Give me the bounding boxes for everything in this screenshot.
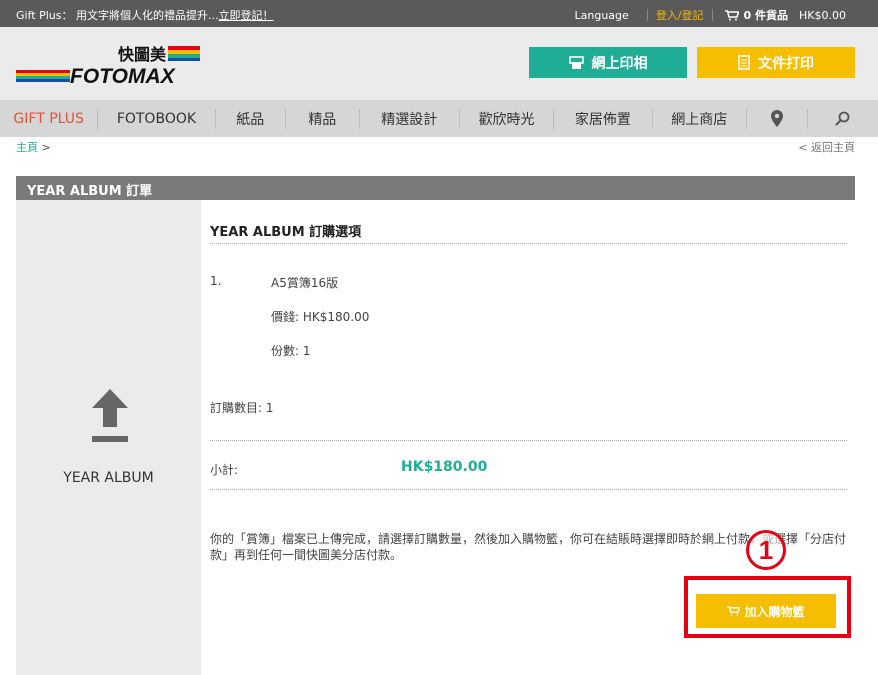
divider: [711, 9, 713, 21]
nav-item-paper[interactable]: 紙品: [216, 100, 286, 137]
main-nav: GIFT PLUS FOTOBOOK 紙品 精品 精選設計 歡欣時光 家居佈置 …: [0, 100, 878, 137]
online-print-label: 網上印相: [591, 55, 648, 72]
cart-count: 0 件貨品: [743, 9, 789, 22]
add-to-cart-button[interactable]: 加入購物籃: [696, 594, 836, 628]
breadcrumb: 主頁 >: [16, 139, 51, 155]
document-icon: [738, 55, 750, 70]
back-to-home-link[interactable]: < 返回主頁: [798, 139, 855, 155]
options-title: YEAR ALBUM 訂購選項: [210, 225, 362, 240]
map-pin-icon: [770, 110, 783, 127]
nav-item-happy-times[interactable]: 歡欣時光: [460, 100, 553, 137]
logo-cn-text: 快圖美: [118, 45, 167, 64]
divider: [210, 440, 847, 441]
add-to-cart-label: 加入購物籃: [744, 604, 805, 619]
divider: [646, 9, 648, 21]
item-quantity: 份數: 1: [271, 344, 311, 358]
fotomax-logo[interactable]: 快圖美 FOTOMAX: [16, 43, 202, 88]
step-number-marker: 1: [746, 530, 786, 570]
subtotal-value: HK$180.00: [401, 459, 488, 475]
order-count: 訂購數目: 1: [210, 401, 274, 415]
store-locator[interactable]: [747, 100, 807, 137]
divider: [210, 243, 847, 244]
document-print-label: 文件打印: [758, 55, 814, 72]
search-button[interactable]: [808, 100, 878, 137]
nav-item-gifts[interactable]: 精品: [286, 100, 359, 137]
top-bar: Gift Plus： 用文字將個人化的禮品提升...立即登記！ Language…: [0, 0, 878, 27]
online-print-button[interactable]: 網上印相: [529, 47, 687, 78]
search-icon: [835, 111, 850, 126]
promo-text: Gift Plus： 用文字將個人化的禮品提升...: [16, 9, 219, 22]
document-print-button[interactable]: 文件打印: [697, 47, 855, 78]
logo-graphic: 快圖美 FOTOMAX: [16, 45, 200, 88]
divider: [210, 489, 847, 490]
album-preview: YEAR ALBUM: [16, 200, 201, 675]
order-panel-title: YEAR ALBUM 訂單: [16, 176, 855, 200]
header: 快圖美 FOTOMAX 網上印相 文件打印: [0, 27, 878, 100]
subtotal-label: 小計:: [210, 463, 239, 477]
breadcrumb-arrow: >: [41, 141, 51, 154]
item-name: A5賞簿16版: [271, 276, 339, 290]
mini-cart[interactable]: 0 件貨品 HK$0.00: [724, 7, 846, 23]
nav-item-featured-design[interactable]: 精選設計: [360, 100, 459, 137]
top-bar-right: Language 登入/登記 0 件貨品 HK$0.00: [575, 7, 846, 23]
logo-en-text: FOTOMAX: [70, 65, 177, 87]
breadcrumb-home-link[interactable]: 主頁: [16, 141, 38, 154]
cart-total: HK$0.00: [799, 8, 846, 22]
cart-icon: [727, 606, 741, 616]
upload-icon: [92, 389, 128, 442]
login-link[interactable]: 登入/登記: [656, 7, 704, 23]
language-selector[interactable]: Language: [575, 9, 629, 22]
cart-icon: [724, 9, 739, 20]
promo-register-link[interactable]: 立即登記！: [218, 9, 273, 22]
nav-item-online-shop[interactable]: 網上商店: [653, 100, 746, 137]
promo-banner: Gift Plus： 用文字將個人化的禮品提升...立即登記！: [16, 7, 273, 23]
nav-item-fotobook[interactable]: FOTOBOOK: [98, 100, 214, 137]
nav-item-home-decor[interactable]: 家居佈置: [554, 100, 651, 137]
photo-print-icon: [568, 55, 584, 69]
item-price: 價錢: HK$180.00: [271, 310, 370, 324]
album-label: YEAR ALBUM: [63, 470, 154, 486]
nav-item-gift-plus[interactable]: GIFT PLUS: [0, 100, 97, 137]
item-index: 1.: [210, 274, 222, 288]
